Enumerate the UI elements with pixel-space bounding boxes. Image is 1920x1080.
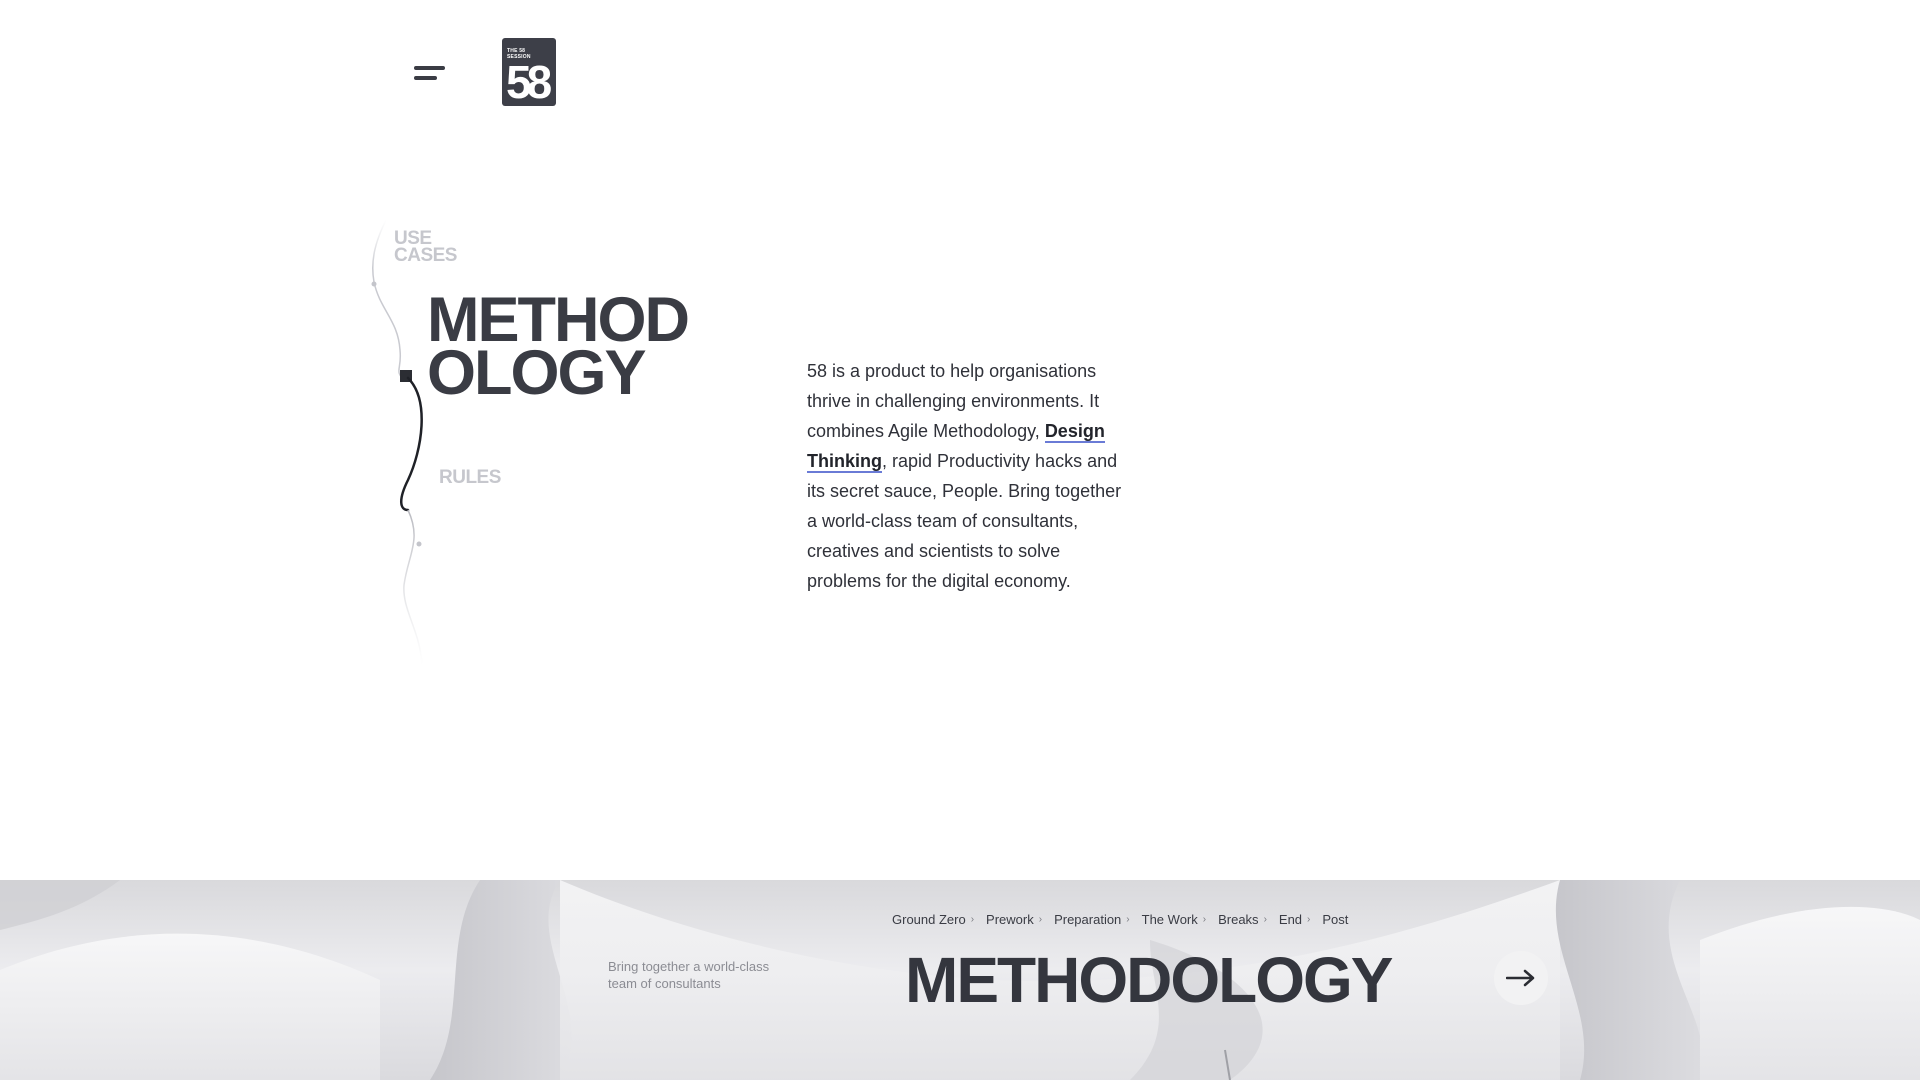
breadcrumb-label: Post <box>1322 912 1349 927</box>
breadcrumb-ground-zero[interactable]: Ground Zero › <box>892 912 974 927</box>
banner-tagline: Bring together a world-class team of con… <box>608 959 770 991</box>
breadcrumb-end[interactable]: End › <box>1279 912 1310 927</box>
chevron-right-icon: › <box>1038 914 1043 925</box>
next-section-button[interactable] <box>1494 951 1548 1005</box>
chevron-right-icon: › <box>1307 914 1311 925</box>
breadcrumb-label: Prework <box>986 912 1034 927</box>
breadcrumb: Ground Zero › Prework › Preparation › The W… <box>892 912 1360 927</box>
next-section-banner[interactable]: Bring together a world-class team of con… <box>0 880 1920 1080</box>
chevron-right-icon: › <box>970 914 975 925</box>
nav-dot-previous <box>371 281 377 287</box>
logo-number: 58 <box>506 56 552 106</box>
breadcrumb-post[interactable]: Post <box>1322 912 1348 927</box>
nav-item-rules[interactable]: RULES <box>439 467 501 489</box>
intro-paragraph: 58 is a product to help organisations th… <box>807 356 1127 596</box>
hamburger-menu-icon[interactable] <box>410 58 450 90</box>
breadcrumb-label: Breaks <box>1218 912 1259 927</box>
nav-item-use-cases[interactable]: USE CASES <box>394 229 484 265</box>
arrow-right-icon <box>1506 969 1535 987</box>
nav-dot-next <box>416 541 422 547</box>
breadcrumb-label: The Work <box>1141 912 1198 927</box>
breadcrumb-label: Ground Zero <box>892 912 966 927</box>
chevron-right-icon: › <box>1126 914 1130 925</box>
nav-curve <box>371 219 423 666</box>
page: THE 58 SESSION 58 USE CASES METHOD OLOGY… <box>0 0 1920 1080</box>
chevron-right-icon: › <box>1263 914 1267 925</box>
breadcrumb-preparation[interactable]: Preparation › <box>1054 912 1130 927</box>
banner-title: METHODOLOGY <box>905 944 1393 1016</box>
breadcrumb-label: End <box>1278 912 1303 927</box>
page-title: METHOD OLOGY <box>427 289 727 405</box>
breadcrumb-prework[interactable]: Prework › <box>986 912 1042 927</box>
breadcrumb-label: Preparation <box>1054 912 1122 927</box>
breadcrumb-the-work[interactable]: The Work › <box>1142 912 1206 927</box>
chevron-right-icon: › <box>1202 914 1207 925</box>
logo[interactable]: THE 58 SESSION 58 <box>502 38 556 106</box>
breadcrumb-breaks[interactable]: Breaks › <box>1218 912 1267 927</box>
